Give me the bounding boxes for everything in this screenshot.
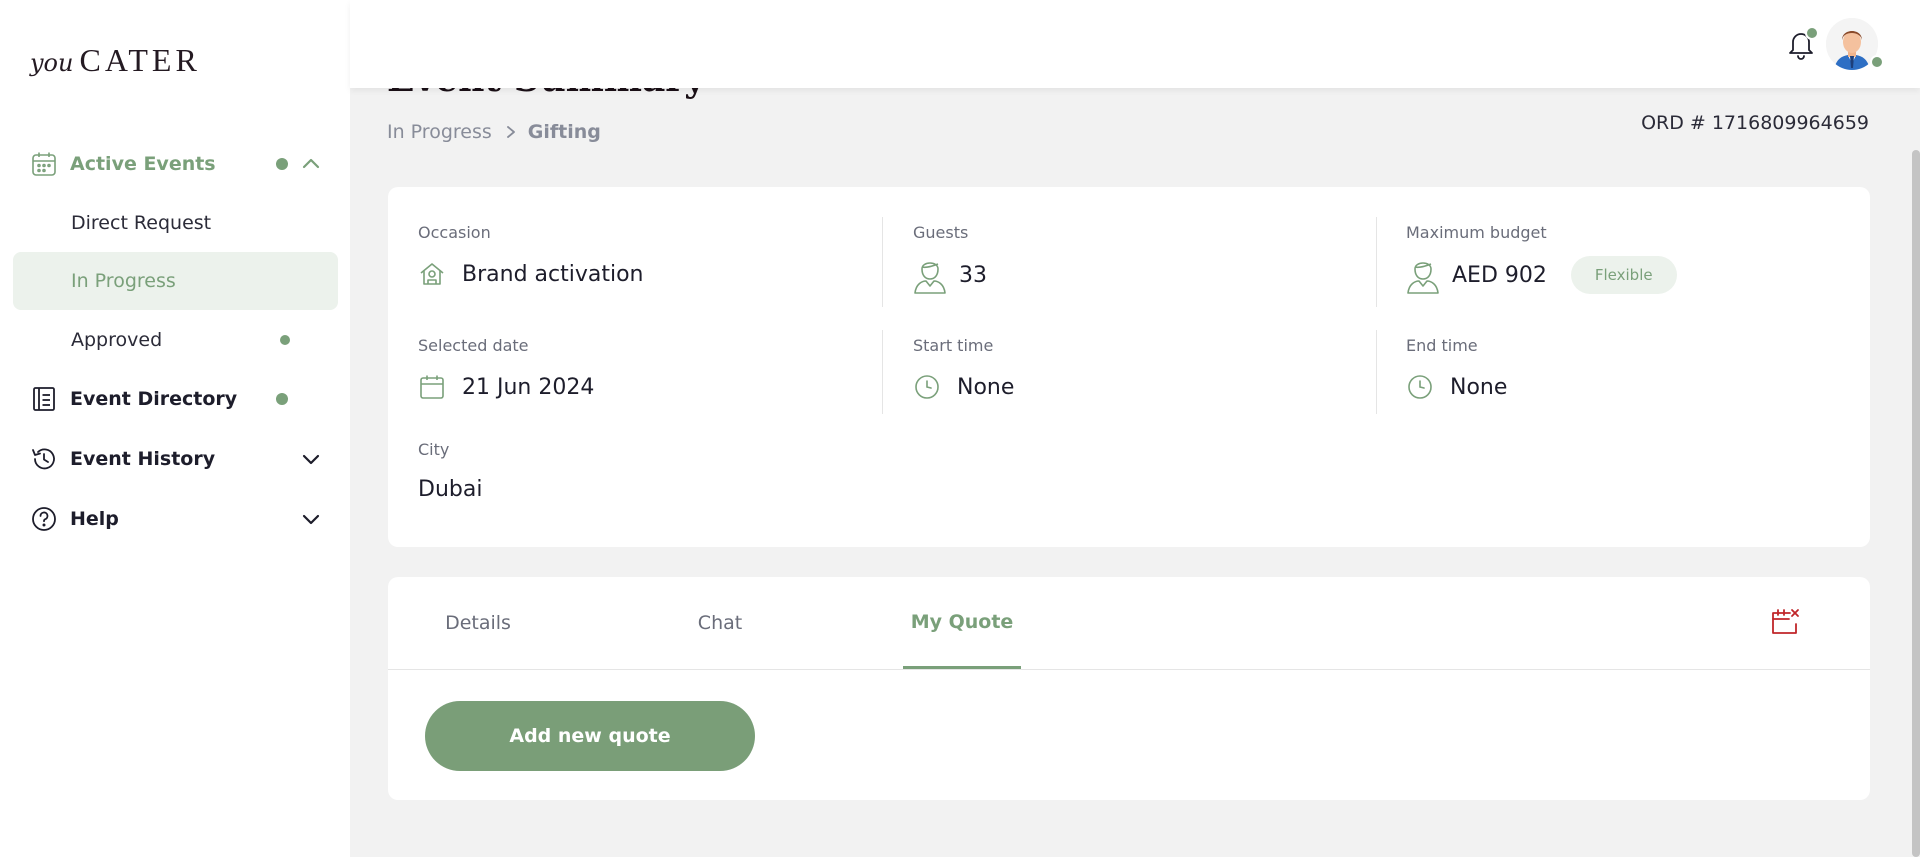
guests-value: 33 — [959, 262, 987, 288]
sidebar-label-direct-request: Direct Request — [71, 212, 212, 234]
divider — [882, 330, 883, 414]
budget-field: Maximum budget AED 902 Flexible — [1406, 223, 1677, 294]
guests-field: Guests 33 — [913, 223, 987, 294]
logo-cater: CATER — [79, 42, 201, 78]
calendar-icon — [420, 375, 444, 399]
person-icon — [1407, 262, 1439, 294]
sidebar-label-active-events: Active Events — [70, 153, 216, 175]
sidebar-item-active-events[interactable]: Active Events — [13, 135, 338, 193]
notification-dot — [276, 158, 288, 170]
flexible-badge: Flexible — [1570, 256, 1677, 294]
sidebar-label-event-history: Event History — [70, 448, 216, 470]
end-time-value: None — [1450, 374, 1508, 400]
venue-icon — [420, 263, 444, 285]
tabs-divider — [388, 669, 1870, 670]
person-icon — [914, 262, 946, 294]
notification-dot — [276, 393, 288, 405]
date-value: 21 Jun 2024 — [462, 374, 595, 400]
sidebar-item-approved[interactable]: Approved — [13, 311, 338, 369]
date-field: Selected date 21 Jun 2024 — [418, 336, 594, 401]
history-icon — [32, 448, 55, 470]
tab-details[interactable]: Details — [418, 577, 538, 669]
end-time-label: End time — [1406, 336, 1478, 355]
chevron-down-icon[interactable] — [300, 448, 322, 470]
sidebar-item-direct-request[interactable]: Direct Request — [13, 194, 338, 252]
directory-icon — [33, 387, 55, 411]
budget-value: AED 902 — [1452, 262, 1547, 288]
chevron-down-icon[interactable] — [300, 508, 322, 530]
occasion-value: Brand activation — [462, 261, 644, 287]
sidebar-item-help[interactable]: Help — [13, 490, 338, 548]
city-value: Dubai — [418, 477, 483, 502]
start-time-value: None — [957, 374, 1015, 400]
sidebar-item-event-history[interactable]: Event History — [13, 430, 338, 488]
sidebar-label-approved: Approved — [71, 329, 163, 351]
event-summary-card: Occasion Brand activation Guests 33 Maxi… — [388, 187, 1870, 547]
top-header — [350, 0, 1920, 88]
city-field: City Dubai — [418, 440, 482, 502]
start-time-label: Start time — [913, 336, 994, 355]
divider — [1376, 330, 1377, 414]
calendar-icon — [32, 152, 56, 176]
chevron-up-icon[interactable] — [300, 153, 322, 175]
quote-tabs-card: Details Chat My Quote Add new quote — [388, 577, 1870, 800]
date-label: Selected date — [418, 336, 529, 355]
logo-you: you — [30, 49, 74, 77]
occasion-label: Occasion — [418, 223, 491, 242]
budget-label: Maximum budget — [1406, 223, 1547, 242]
clock-icon — [1408, 375, 1432, 399]
sidebar-label-help: Help — [70, 508, 119, 530]
cancel-event-icon[interactable] — [1769, 607, 1801, 639]
add-new-quote-button[interactable]: Add new quote — [425, 701, 755, 771]
order-number: ORD # 1716809964659 — [1641, 112, 1869, 134]
sidebar-item-in-progress[interactable]: In Progress — [13, 252, 338, 310]
breadcrumb-parent[interactable]: In Progress — [387, 121, 492, 143]
breadcrumb-current: Gifting — [527, 121, 601, 143]
logo[interactable]: you CATER — [30, 42, 201, 79]
notification-dot — [280, 335, 290, 345]
sidebar-item-event-directory[interactable]: Event Directory — [13, 370, 338, 428]
notification-badge — [1805, 26, 1819, 40]
divider — [1376, 217, 1377, 307]
tab-my-quote[interactable]: My Quote — [903, 577, 1021, 669]
tab-chat[interactable]: Chat — [660, 577, 780, 669]
chevron-right-icon — [506, 126, 515, 138]
city-label: City — [418, 440, 450, 459]
end-time-field: End time None — [1406, 336, 1507, 401]
sidebar-label-in-progress: In Progress — [71, 270, 176, 292]
scrollbar[interactable] — [1912, 150, 1920, 857]
help-icon — [32, 507, 56, 531]
occasion-field: Occasion Brand activation — [418, 223, 643, 288]
breadcrumb: In Progress Gifting — [387, 121, 601, 143]
guests-label: Guests — [913, 223, 969, 242]
online-status-dot — [1870, 55, 1884, 69]
sidebar: you CATER Active Events Direct Request I… — [0, 0, 350, 857]
start-time-field: Start time None — [913, 336, 1014, 401]
clock-icon — [915, 375, 939, 399]
divider — [882, 217, 883, 307]
sidebar-label-event-directory: Event Directory — [70, 388, 238, 410]
